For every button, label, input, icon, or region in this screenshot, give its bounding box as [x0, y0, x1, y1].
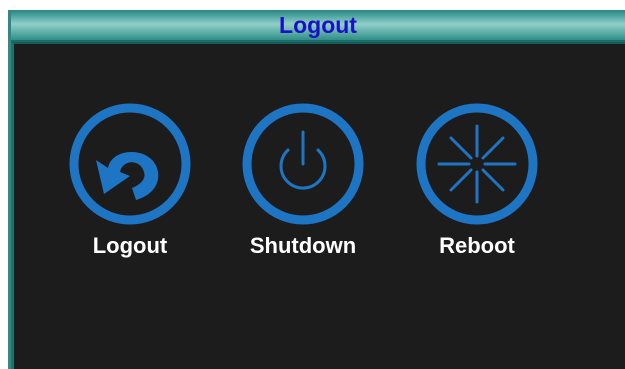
logout-arrow-icon — [69, 103, 191, 225]
shutdown-button[interactable]: Shutdown — [223, 102, 383, 258]
logout-button[interactable]: Logout — [50, 102, 210, 258]
shutdown-label: Shutdown — [249, 233, 357, 258]
dialog-title: Logout — [279, 12, 357, 38]
power-icon — [242, 103, 364, 225]
dialog-content: Logout Shutdown Reboot — [11, 42, 625, 369]
title-bar: Logout — [11, 11, 625, 42]
logout-dialog: Logout Logout Shutdown Reboot — [8, 10, 625, 369]
reboot-button[interactable]: Reboot — [397, 102, 557, 258]
reboot-label: Reboot — [439, 233, 515, 258]
logout-label: Logout — [92, 233, 168, 258]
reboot-asterisk-icon — [416, 103, 538, 225]
